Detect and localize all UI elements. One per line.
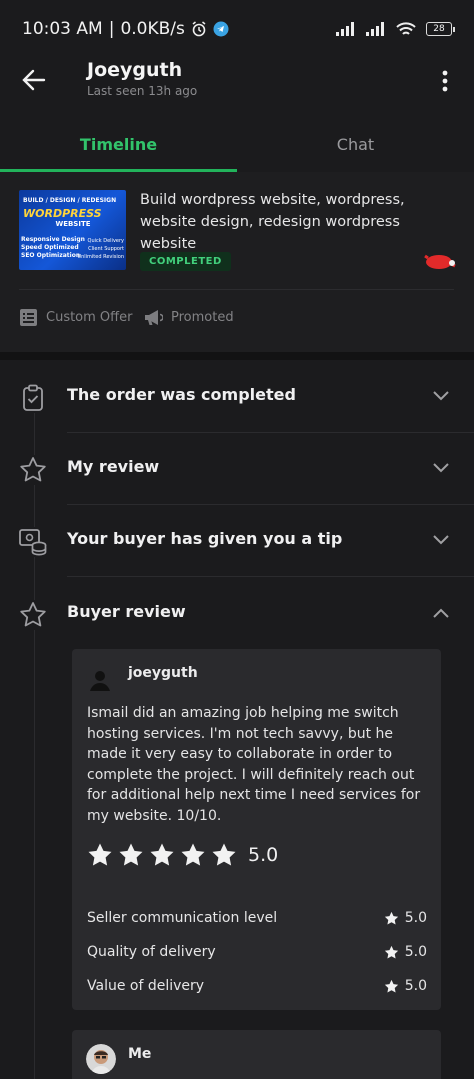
signal-2-icon	[366, 22, 384, 36]
my-name: Me	[128, 1046, 152, 1062]
telegram-icon	[213, 21, 229, 37]
my-avatar	[86, 1044, 116, 1074]
timeline-label: Your buyer has given you a tip	[67, 529, 343, 548]
tip-coins-icon	[18, 527, 48, 557]
back-arrow-icon[interactable]	[20, 66, 48, 94]
section-separator	[0, 352, 474, 360]
star-outline-icon	[18, 600, 48, 630]
seller-avatar-icon	[424, 254, 456, 269]
chevron-down-icon[interactable]	[431, 389, 451, 403]
timeline-label: My review	[67, 457, 160, 476]
chevron-down-icon[interactable]	[431, 533, 451, 547]
status-badge: COMPLETED	[140, 252, 231, 271]
buyer-review-card: joeyguth Ismail did an amazing job helpi…	[72, 649, 441, 1010]
star-filled-icon	[88, 843, 112, 866]
clock: 10:03 AM	[22, 19, 103, 39]
contact-name: Joeyguth	[87, 59, 183, 81]
gig-title: Build wordpress website, wordpress, webs…	[140, 192, 405, 252]
timeline-label: Buyer review	[67, 602, 186, 621]
star-filled-icon	[150, 843, 174, 866]
app-header: Joeyguth Last seen 13h ago	[0, 58, 474, 116]
signal-1-icon	[336, 22, 354, 36]
star-filled-icon	[119, 843, 143, 866]
wifi-icon	[396, 21, 416, 35]
chevron-down-icon[interactable]	[431, 461, 451, 475]
custom-offer-tag: Custom Offer	[19, 308, 132, 327]
star-outline-icon	[18, 455, 48, 485]
star-rating: 5.0	[87, 842, 278, 868]
criteria-row: Value of delivery 5.0	[87, 978, 427, 994]
timeline-item-buyer-review[interactable]: Buyer review	[0, 578, 474, 650]
timeline-item-buyer-tip[interactable]: Your buyer has given you a tip	[0, 505, 474, 577]
tab-bar: Timeline Chat	[0, 116, 474, 172]
timeline-item-order-completed[interactable]: The order was completed	[0, 361, 474, 433]
reviewer-name: joeyguth	[128, 665, 198, 681]
status-bar: 10:03 AM | 0.0KB/s 28	[0, 0, 474, 58]
more-options-icon[interactable]	[436, 68, 454, 94]
promoted-tag: Promoted	[143, 308, 234, 327]
user-avatar-icon	[86, 665, 114, 693]
star-filled-icon	[384, 945, 398, 959]
last-seen: Last seen 13h ago	[87, 84, 198, 98]
alarm-icon	[192, 21, 206, 37]
gig-thumbnail: BUILD / DESIGN / REDESIGN WORDPRESS WEBS…	[19, 190, 126, 270]
criteria-row: Quality of delivery 5.0	[87, 944, 427, 960]
star-filled-icon	[212, 843, 236, 866]
timeline-item-my-review[interactable]: My review	[0, 433, 474, 505]
network-speed: 0.0KB/s	[120, 19, 185, 39]
review-text: Ismail did an amazing job helping me swi…	[87, 705, 421, 824]
overall-rating: 5.0	[248, 844, 279, 866]
star-filled-icon	[384, 979, 398, 993]
divider	[67, 576, 474, 577]
custom-offer-icon	[20, 309, 37, 326]
clipboard-check-icon	[18, 383, 48, 413]
order-card[interactable]: BUILD / DESIGN / REDESIGN WORDPRESS WEBS…	[0, 172, 474, 352]
star-filled-icon	[181, 843, 205, 866]
chevron-up-icon[interactable]	[431, 606, 451, 620]
timeline-label: The order was completed	[67, 385, 296, 404]
divider	[19, 289, 454, 290]
my-reply-card: Me	[72, 1030, 441, 1079]
battery-icon: 28	[426, 22, 455, 36]
criteria-row: Seller communication level 5.0	[87, 910, 427, 926]
star-filled-icon	[384, 911, 398, 925]
tab-timeline[interactable]: Timeline	[0, 116, 237, 172]
megaphone-icon	[145, 310, 163, 325]
tab-chat[interactable]: Chat	[237, 116, 474, 172]
